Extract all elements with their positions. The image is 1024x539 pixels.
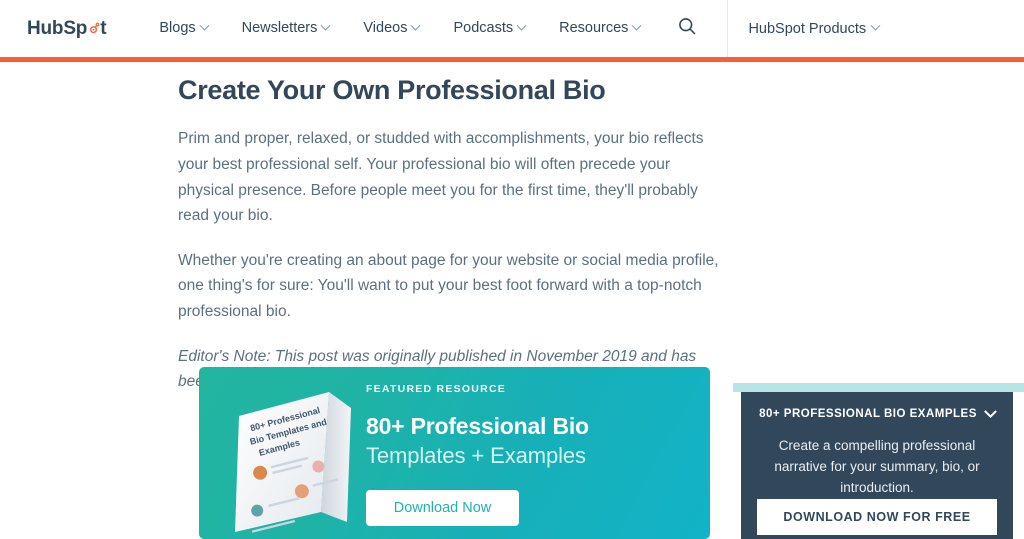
sidebar-cta-top-strip — [733, 383, 1024, 392]
sidebar-cta-title: 80+ PROFESSIONAL BIO EXAMPLES — [759, 408, 977, 420]
main-navigation: Blogs Newsletters Videos Podcasts Resour… — [142, 0, 899, 57]
chevron-down-icon — [320, 20, 331, 31]
nav-item-resources[interactable]: Resources — [542, 0, 657, 57]
hubspot-sprocket-icon — [87, 22, 100, 35]
chevron-down-icon — [870, 20, 881, 31]
banner-copy: FEATURED RESOURCE 80+ Professional Bio T… — [366, 379, 696, 526]
sidebar-cta-header[interactable]: 80+ PROFESSIONAL BIO EXAMPLES — [741, 404, 1013, 420]
banner-heading: 80+ Professional Bio — [366, 413, 589, 439]
chevron-down-icon — [199, 20, 210, 31]
logo-text-primary: HubSp — [27, 18, 88, 39]
nav-item-podcasts[interactable]: Podcasts — [436, 0, 542, 57]
logo-text-suffix: t — [100, 18, 107, 39]
article-body: Create Your Own Professional Bio Prim an… — [178, 62, 730, 395]
article-paragraph-2: Whether you're creating an about page fo… — [178, 251, 719, 320]
banner-eyebrow: FEATURED RESOURCE — [366, 383, 507, 395]
search-button[interactable] — [665, 0, 709, 57]
chevron-down-icon — [631, 20, 642, 31]
banner-subheading: Templates + Examples — [366, 443, 586, 469]
chevron-down-icon — [516, 20, 527, 31]
nav-item-hubspot-products[interactable]: HubSpot Products — [728, 0, 899, 57]
sidebar-cta-description: Create a compelling professional narrati… — [774, 438, 980, 495]
nav-item-label: Blogs — [159, 20, 196, 37]
search-icon — [677, 16, 697, 41]
nav-item-videos[interactable]: Videos — [346, 0, 436, 57]
nav-item-label: HubSpot Products — [748, 20, 867, 37]
nav-item-newsletters[interactable]: Newsletters — [225, 0, 347, 57]
nav-item-label: Podcasts — [453, 20, 514, 37]
nav-item-label: Videos — [363, 20, 408, 37]
download-now-button[interactable]: Download Now — [366, 489, 519, 526]
nav-item-blogs[interactable]: Blogs — [142, 0, 224, 57]
featured-resource-banner[interactable]: 80+ Professional Bio Templates and Examp… — [199, 367, 710, 539]
article-paragraph-1: Prim and proper, relaxed, or studded wit… — [178, 130, 704, 225]
download-now-for-free-button[interactable]: DOWNLOAD NOW FOR FREE — [757, 499, 997, 535]
chevron-down-icon — [411, 20, 421, 31]
nav-item-label: Newsletters — [241, 20, 318, 37]
chevron-down-icon[interactable] — [984, 404, 997, 418]
ebook-cover-image: 80+ Professional Bio Templates and Examp… — [221, 372, 369, 539]
nav-item-label: Resources — [559, 20, 629, 37]
site-header: HubSp t Blogs Newsletters Videos Podcast… — [0, 0, 1024, 57]
page-title: Create Your Own Professional Bio — [178, 75, 606, 105]
sidebar-cta-panel: 80+ PROFESSIONAL BIO EXAMPLES Create a c… — [741, 392, 1013, 539]
hubspot-logo[interactable]: HubSp t — [27, 18, 107, 39]
